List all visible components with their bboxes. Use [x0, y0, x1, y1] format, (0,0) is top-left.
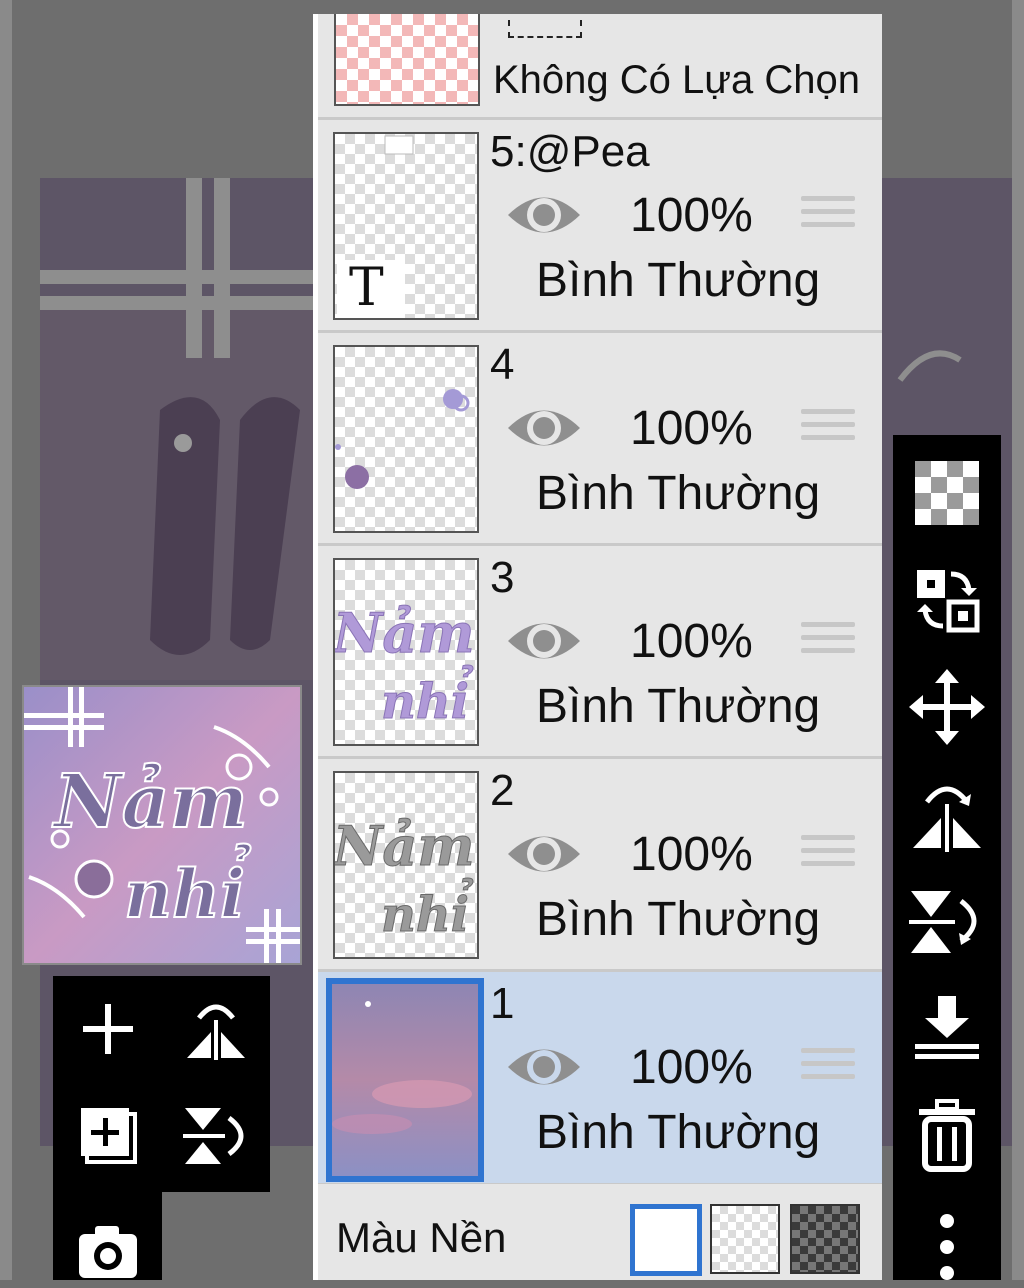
- drag-handle-icon[interactable]: [801, 196, 855, 235]
- camera-icon[interactable]: [73, 1218, 143, 1288]
- right-toolbar: [893, 435, 1001, 1280]
- layer-thumbnail: Nảm nhỉ: [333, 558, 479, 746]
- eye-icon[interactable]: [506, 401, 582, 455]
- more-vertical-icon[interactable]: [907, 1205, 987, 1285]
- layer-thumbnail: [326, 978, 484, 1182]
- drag-handle-icon[interactable]: [801, 835, 855, 874]
- eye-icon[interactable]: [506, 827, 582, 881]
- svg-text:nhỉ: nhỉ: [381, 664, 474, 730]
- svg-text:Nảm: Nảm: [52, 759, 248, 845]
- layer-opacity[interactable]: 100%: [630, 190, 753, 242]
- layer-row-4[interactable]: 4 100% Bình Thường: [318, 333, 882, 546]
- layer-row-5[interactable]: T 5:@Pea 100% Bình Thường: [318, 120, 882, 333]
- selection-label: Không Có Lựa Chọn: [493, 58, 861, 102]
- svg-text:nhỉ: nhỉ: [124, 844, 251, 933]
- transparency-checker-icon[interactable]: [907, 453, 987, 533]
- layer-thumbnail: Nảm nhỉ: [333, 771, 479, 959]
- canvas-edge-right: [1012, 0, 1024, 1280]
- layer-opacity[interactable]: 100%: [630, 829, 753, 881]
- layer-blend-mode[interactable]: Bình Thường: [536, 1106, 820, 1160]
- layer-name: 5:@Pea: [490, 127, 650, 176]
- flip-horizontal-icon[interactable]: [181, 994, 251, 1064]
- drag-handle-icon[interactable]: [801, 622, 855, 661]
- canvas-edge-left: [0, 0, 12, 1280]
- layer-blend-mode[interactable]: Bình Thường: [536, 680, 820, 734]
- selection-thumbnail: [334, 14, 480, 106]
- background-color-label: Màu Nền: [336, 1214, 507, 1261]
- selection-marquee-icon: [508, 20, 582, 38]
- eye-icon[interactable]: [506, 1040, 582, 1094]
- flip-vertical-icon[interactable]: [181, 1100, 251, 1170]
- bg-swatch-transparent[interactable]: [710, 1204, 780, 1274]
- drag-handle-icon[interactable]: [801, 1048, 855, 1087]
- flip-vertical-icon[interactable]: [907, 881, 987, 961]
- layer-opacity[interactable]: 100%: [630, 403, 753, 455]
- svg-text:Nảm: Nảm: [335, 601, 475, 665]
- layer-thumbnail: T: [333, 132, 479, 320]
- svg-text:nhỉ: nhỉ: [381, 877, 474, 943]
- move-icon[interactable]: [907, 667, 987, 747]
- left-toolbar: [53, 976, 270, 1192]
- bg-swatch-white[interactable]: [630, 1204, 702, 1276]
- layer-blend-mode[interactable]: Bình Thường: [536, 893, 820, 947]
- layer-row-3[interactable]: Nảm nhỉ 3 100% Bình Thường: [318, 546, 882, 759]
- layer-thumbnail: [333, 345, 479, 533]
- layer-blend-mode[interactable]: Bình Thường: [536, 254, 820, 308]
- drag-handle-icon[interactable]: [801, 409, 855, 448]
- svg-text:Nảm: Nảm: [335, 814, 475, 878]
- layer-panel: Không Có Lựa Chọn T 5:@Pea 100% Bình Thư…: [313, 14, 882, 1280]
- bg-swatch-dark-checker[interactable]: [790, 1204, 860, 1274]
- trash-icon[interactable]: [907, 1095, 987, 1175]
- layer-name: 3: [490, 553, 515, 602]
- preview-artwork: Nảm nhỉ: [24, 687, 300, 963]
- eye-icon[interactable]: [506, 614, 582, 668]
- add-layer-icon[interactable]: [73, 994, 143, 1064]
- layer-opacity[interactable]: 100%: [630, 1042, 753, 1094]
- swap-layers-icon[interactable]: [907, 560, 987, 640]
- layer-blend-mode[interactable]: Bình Thường: [536, 467, 820, 521]
- merge-down-icon[interactable]: [907, 988, 987, 1068]
- layer-name: 1: [490, 979, 515, 1028]
- layer-row-1[interactable]: 1 100% Bình Thường: [318, 972, 882, 1186]
- left-toolbar-extension: [53, 1192, 162, 1280]
- text-layer-icon: T: [349, 258, 384, 318]
- layer-opacity[interactable]: 100%: [630, 616, 753, 668]
- canvas-preview[interactable]: Nảm nhỉ: [22, 685, 302, 965]
- background-color-row: Màu Nền: [318, 1184, 882, 1280]
- selection-layer-row[interactable]: Không Có Lựa Chọn: [318, 14, 882, 120]
- flip-horizontal-icon[interactable]: [907, 774, 987, 854]
- layer-name: 2: [490, 766, 515, 815]
- layer-row-2[interactable]: Nảm nhỉ 2 100% Bình Thường: [318, 759, 882, 972]
- eye-icon[interactable]: [506, 188, 582, 242]
- layer-name: 4: [490, 340, 515, 389]
- add-layer-copy-icon[interactable]: [73, 1100, 143, 1170]
